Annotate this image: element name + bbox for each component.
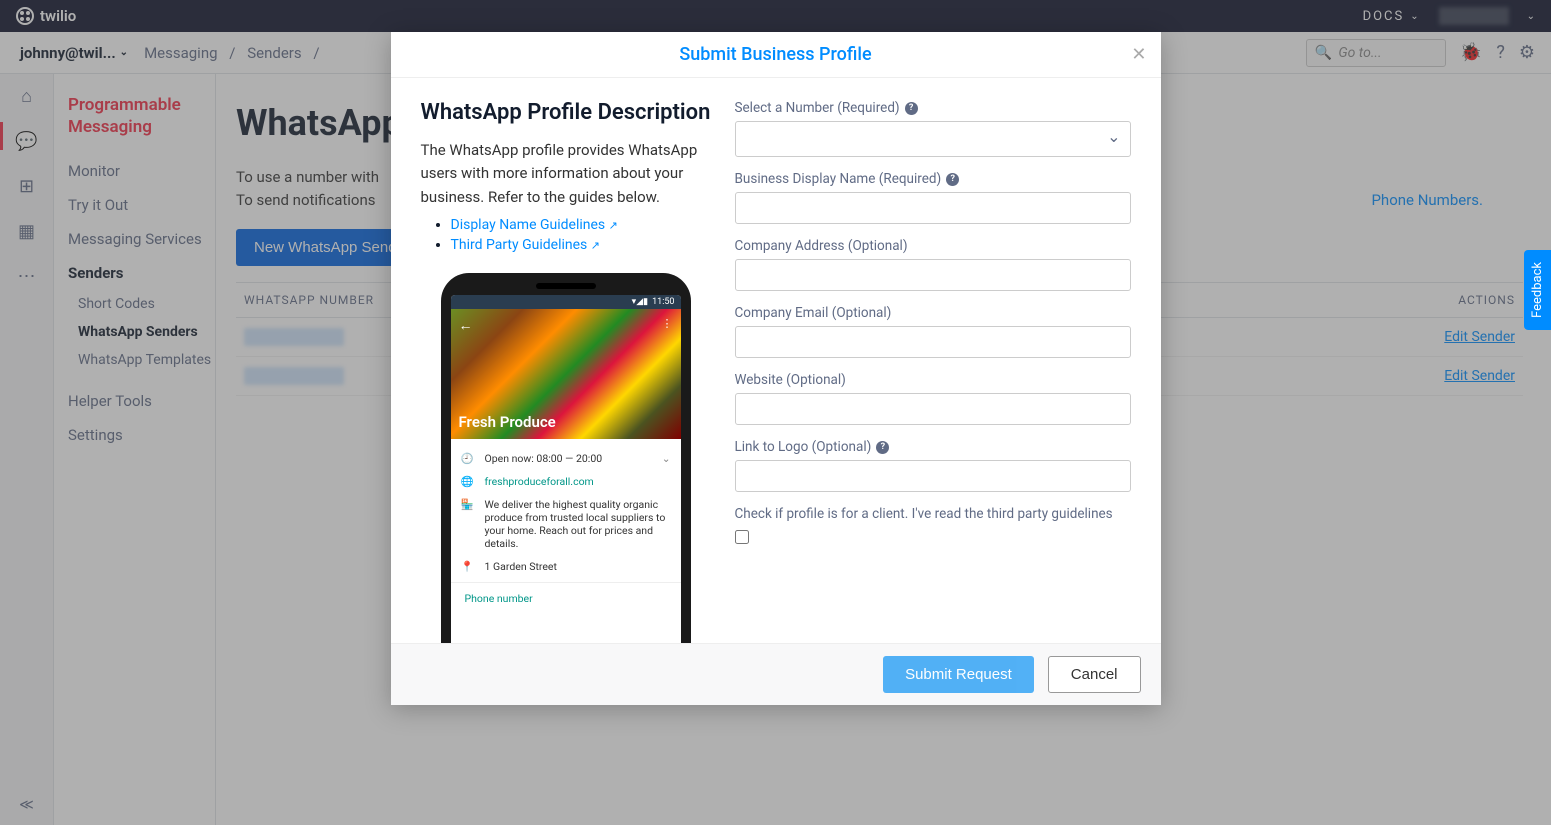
input-email[interactable] bbox=[735, 326, 1131, 358]
external-link-icon: ↗ bbox=[591, 239, 600, 252]
label-client-check: Check if profile is for a client. I've r… bbox=[735, 506, 1131, 522]
third-party-guidelines-link[interactable]: Third Party Guidelines ↗ bbox=[451, 237, 600, 253]
select-number[interactable] bbox=[735, 121, 1131, 157]
phone-preview: ▾◢▮11:50 ← ⋮ Fresh Produce 🕘Open now: 08… bbox=[441, 273, 691, 643]
modal-left-column: WhatsApp Profile Description The WhatsAp… bbox=[421, 100, 711, 643]
submit-request-button[interactable]: Submit Request bbox=[883, 656, 1034, 693]
label-select-number: Select a Number (Required)? bbox=[735, 100, 1131, 116]
phone-status-bar: ▾◢▮11:50 bbox=[451, 295, 681, 309]
label-display-name: Business Display Name (Required)? bbox=[735, 171, 1131, 187]
label-website: Website (Optional) bbox=[735, 372, 1131, 388]
phone-notch bbox=[536, 283, 596, 289]
clock-icon: 🕘 bbox=[461, 452, 475, 465]
help-icon[interactable]: ? bbox=[876, 441, 889, 454]
modal-header: Submit Business Profile ✕ bbox=[391, 32, 1161, 78]
modal-form: Select a Number (Required)? Business Dis… bbox=[735, 100, 1131, 643]
input-logo[interactable] bbox=[735, 460, 1131, 492]
globe-icon: 🌐 bbox=[461, 475, 475, 488]
pin-icon: 📍 bbox=[461, 560, 475, 573]
cancel-button[interactable]: Cancel bbox=[1048, 656, 1141, 693]
label-address: Company Address (Optional) bbox=[735, 238, 1131, 254]
close-icon[interactable]: ✕ bbox=[1131, 44, 1146, 65]
help-icon[interactable]: ? bbox=[946, 173, 959, 186]
modal-intro: The WhatsApp profile provides WhatsApp u… bbox=[421, 139, 711, 209]
store-icon: 🏪 bbox=[461, 498, 475, 511]
input-website[interactable] bbox=[735, 393, 1131, 425]
input-display-name[interactable] bbox=[735, 192, 1131, 224]
phone-hero-image: ← ⋮ Fresh Produce bbox=[451, 309, 681, 439]
feedback-tab[interactable]: Feedback bbox=[1524, 250, 1551, 330]
external-link-icon: ↗ bbox=[609, 219, 618, 232]
input-address[interactable] bbox=[735, 259, 1131, 291]
display-name-guidelines-link[interactable]: Display Name Guidelines ↗ bbox=[451, 217, 618, 233]
modal-footer: Submit Request Cancel bbox=[391, 643, 1161, 705]
label-logo: Link to Logo (Optional)? bbox=[735, 439, 1131, 455]
label-email: Company Email (Optional) bbox=[735, 305, 1131, 321]
more-vertical-icon: ⋮ bbox=[662, 317, 673, 330]
help-icon[interactable]: ? bbox=[905, 102, 918, 115]
back-arrow-icon: ← bbox=[459, 317, 473, 334]
checkbox-client[interactable] bbox=[735, 530, 749, 544]
section-heading: WhatsApp Profile Description bbox=[421, 100, 711, 125]
submit-business-profile-modal: Submit Business Profile ✕ WhatsApp Profi… bbox=[391, 32, 1161, 705]
modal-title: Submit Business Profile bbox=[679, 44, 871, 65]
